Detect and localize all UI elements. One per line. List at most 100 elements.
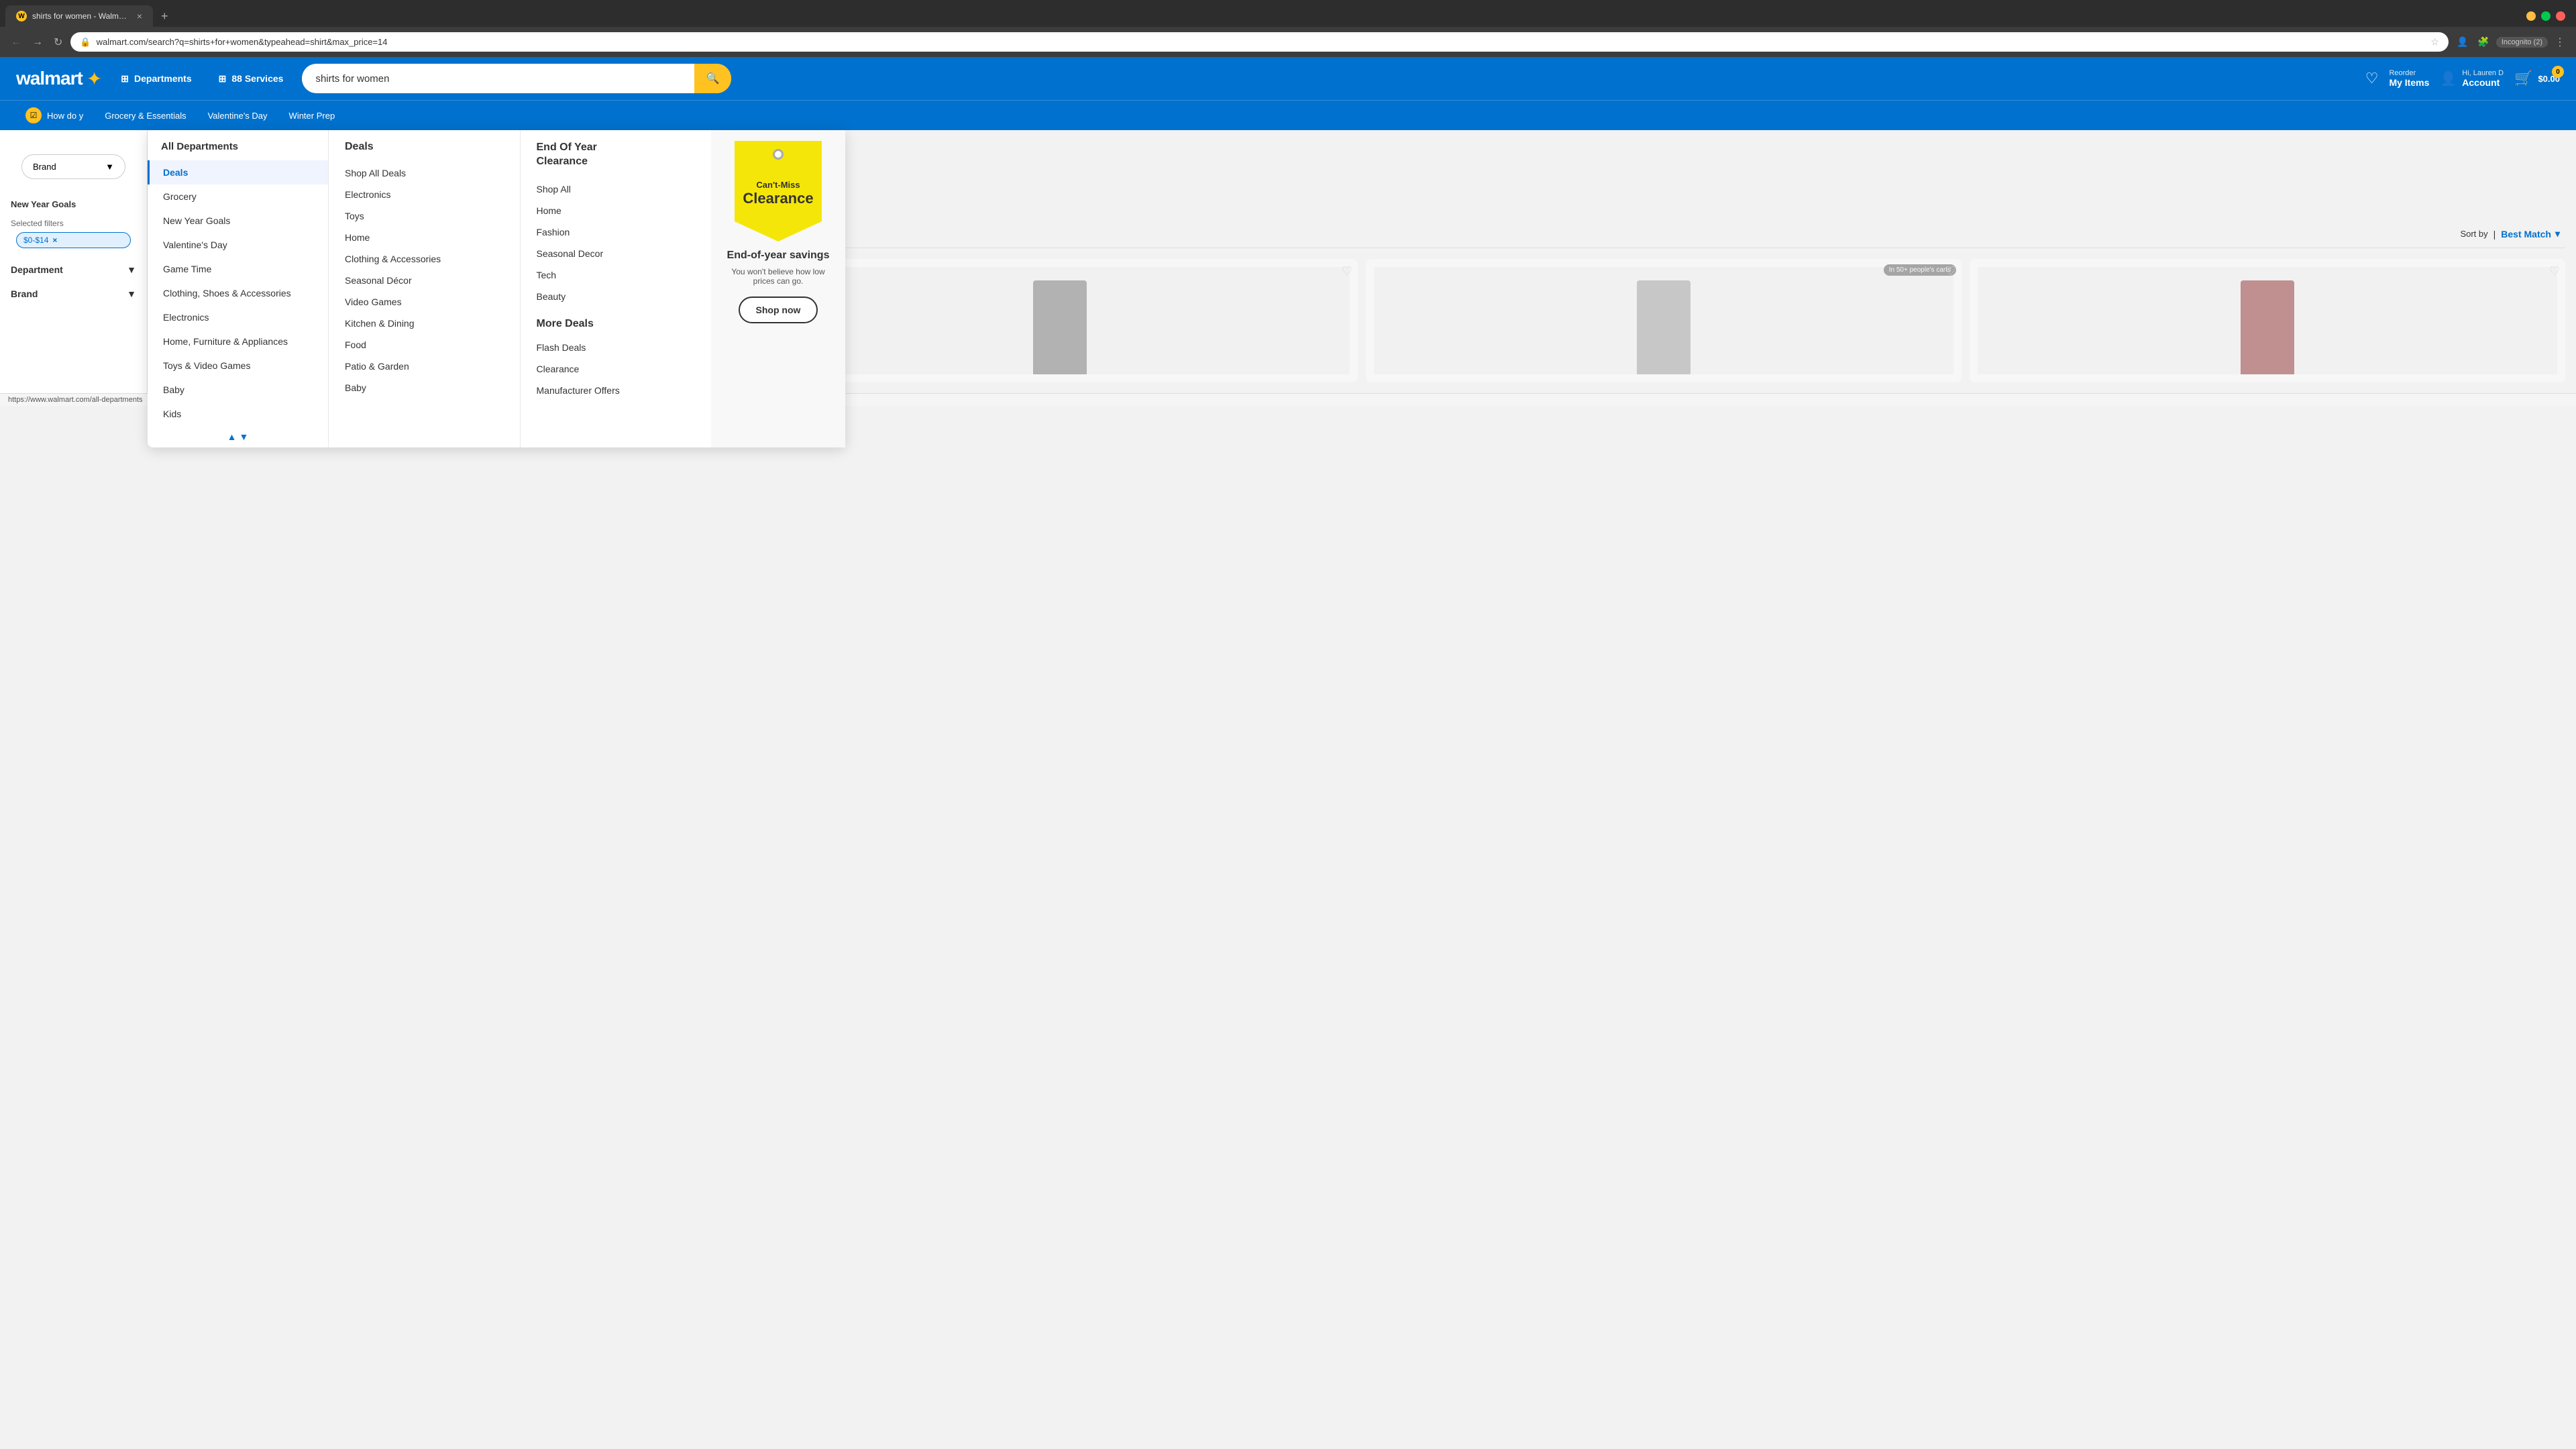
walmart-spark-icon: ✦: [87, 68, 102, 90]
sub-nav-valentines[interactable]: Valentine's Day: [199, 104, 277, 127]
column-scroll-indicator: ▲ ▼: [148, 426, 328, 447]
tag-hole: [773, 149, 784, 160]
tab-title: shirts for women - Walmart.co...: [32, 11, 129, 21]
minimize-button[interactable]: −: [2526, 11, 2536, 21]
close-tab-button[interactable]: ×: [137, 11, 142, 21]
selected-filters-section: Selected filters $0-$14 ×: [0, 216, 147, 254]
back-button[interactable]: ←: [8, 34, 24, 51]
dept-item-new-year-goals[interactable]: New Year Goals: [148, 209, 328, 233]
brand-filter-toggle[interactable]: Brand ▼: [11, 288, 136, 299]
forward-button[interactable]: →: [30, 34, 46, 51]
all-departments-header: All Departments: [148, 130, 252, 160]
deals-item-toys[interactable]: Toys: [345, 205, 504, 227]
hi-label: Hi, Lauren D: [2462, 69, 2504, 77]
deals-item-food[interactable]: Food: [345, 334, 504, 356]
dept-item-grocery[interactable]: Grocery: [148, 184, 328, 209]
sub-nav-grocery[interactable]: Grocery & Essentials: [95, 104, 195, 127]
eoy-item-manufacturer[interactable]: Manufacturer Offers: [537, 380, 696, 401]
new-year-goals-filter: New Year Goals: [0, 193, 147, 216]
search-input[interactable]: [302, 65, 694, 93]
wishlist-action[interactable]: ♡: [2365, 70, 2379, 87]
extensions-icon[interactable]: 🧩: [2475, 34, 2491, 50]
all-departments-column: All Departments Deals Grocery New Year G…: [148, 130, 329, 447]
dept-item-electronics[interactable]: Electronics: [148, 305, 328, 329]
page-body: Brand ▼ New Year Goals Selected filters …: [0, 130, 2576, 393]
how-do-you-text: How do y: [47, 111, 83, 121]
dept-label-grocery: Grocery: [163, 191, 197, 202]
grid-icon: ⊞: [121, 73, 129, 85]
department-filter-toggle[interactable]: Department ▼: [11, 264, 136, 275]
close-window-button[interactable]: ×: [2556, 11, 2565, 21]
price-filter-chip[interactable]: $0-$14 ×: [16, 232, 131, 248]
profile-icon[interactable]: 👤: [2454, 34, 2471, 50]
cart-action[interactable]: 🛒 0 $0.00: [2514, 70, 2560, 87]
how-do-you-icon: ☑: [25, 107, 42, 123]
dept-item-kids[interactable]: Kids: [148, 402, 328, 426]
address-text: walmart.com/search?q=shirts+for+women&ty…: [97, 37, 2426, 47]
deals-item-seasonal[interactable]: Seasonal Décor: [345, 270, 504, 291]
sidebar-brand-filter: Brand ▼: [0, 141, 147, 193]
eoy-item-home[interactable]: Home: [537, 200, 696, 221]
deals-item-baby[interactable]: Baby: [345, 377, 504, 398]
eoy-item-tech[interactable]: Tech: [537, 264, 696, 286]
department-chevron-icon: ▼: [127, 264, 136, 275]
dropdown-backdrop[interactable]: All Departments Deals Grocery New Year G…: [148, 130, 2576, 393]
dept-item-home[interactable]: Home, Furniture & Appliances: [148, 329, 328, 354]
new-tab-button[interactable]: +: [156, 7, 174, 26]
deals-item-kitchen[interactable]: Kitchen & Dining: [345, 313, 504, 334]
eoy-item-shop-all[interactable]: Shop All: [537, 178, 696, 200]
cant-miss-text: Can't-Miss: [743, 180, 813, 190]
eoy-item-beauty[interactable]: Beauty: [537, 286, 696, 307]
extensions-area: 👤 🧩 Incognito (2) ⋮: [2454, 33, 2568, 52]
maximize-button[interactable]: ⬜: [2541, 11, 2551, 21]
address-bar[interactable]: 🔒 walmart.com/search?q=shirts+for+women&…: [70, 32, 2449, 52]
shop-now-button[interactable]: Shop now: [739, 297, 818, 323]
remove-filter-icon[interactable]: ×: [52, 235, 57, 245]
dept-item-baby[interactable]: Baby: [148, 378, 328, 402]
brand-filter-button[interactable]: Brand ▼: [21, 154, 125, 179]
scroll-down-icon[interactable]: ▼: [239, 431, 249, 442]
eoy-item-clearance[interactable]: Clearance: [537, 358, 696, 380]
incognito-badge: Incognito (2): [2496, 37, 2548, 48]
account-label: Account: [2462, 77, 2504, 88]
deals-item-clothing[interactable]: Clothing & Accessories: [345, 248, 504, 270]
departments-button[interactable]: ⊞ Departments: [113, 68, 199, 90]
window-controls: − ⬜ ×: [2521, 9, 2571, 23]
sub-nav-winter-prep[interactable]: Winter Prep: [280, 104, 345, 127]
dept-label-kids: Kids: [163, 409, 181, 419]
reorder-action[interactable]: Reorder My Items: [2389, 69, 2429, 88]
eoy-item-seasonal[interactable]: Seasonal Decor: [537, 243, 696, 264]
deals-item-home[interactable]: Home: [345, 227, 504, 248]
dept-label-toys: Toys & Video Games: [163, 360, 250, 371]
deals-item-shop-all[interactable]: Shop All Deals: [345, 162, 504, 184]
cart-badge: 0: [2552, 66, 2564, 78]
dept-item-game-time[interactable]: Game Time: [148, 257, 328, 281]
deals-item-patio[interactable]: Patio & Garden: [345, 356, 504, 377]
account-action[interactable]: 👤 Hi, Lauren D Account: [2440, 69, 2504, 88]
departments-dropdown-menu: All Departments Deals Grocery New Year G…: [148, 130, 845, 447]
refresh-button[interactable]: ↻: [51, 33, 65, 52]
bookmark-icon[interactable]: ☆: [2430, 36, 2439, 48]
services-button[interactable]: ⊞ 88 Services: [211, 68, 292, 90]
dept-item-clothing[interactable]: Clothing, Shoes & Accessories: [148, 281, 328, 305]
deals-item-electronics[interactable]: Electronics: [345, 184, 504, 205]
dept-label-new-year-goals: New Year Goals: [163, 215, 230, 226]
deals-item-video-games[interactable]: Video Games: [345, 291, 504, 313]
deals-column-header: Deals: [345, 141, 504, 153]
eoy-item-flash-deals[interactable]: Flash Deals: [537, 337, 696, 358]
search-button[interactable]: 🔍: [694, 64, 732, 93]
chrome-menu-button[interactable]: ⋮: [2552, 33, 2568, 52]
scroll-up-icon[interactable]: ▲: [227, 431, 237, 442]
cart-icon: 🛒: [2514, 70, 2532, 87]
dept-item-toys[interactable]: Toys & Video Games: [148, 354, 328, 378]
price-filter-value: $0-$14: [23, 235, 48, 245]
dept-item-deals[interactable]: Deals: [148, 160, 328, 184]
dept-label-deals: Deals: [163, 167, 188, 178]
active-tab[interactable]: W shirts for women - Walmart.co... ×: [5, 5, 153, 27]
tab-bar: W shirts for women - Walmart.co... × + −…: [0, 0, 2576, 27]
dept-item-valentines[interactable]: Valentine's Day: [148, 233, 328, 257]
brand-chevron-icon: ▼: [105, 162, 114, 172]
browser-navigation: ← → ↻ 🔒 walmart.com/search?q=shirts+for+…: [0, 27, 2576, 57]
walmart-logo[interactable]: walmart ✦: [16, 68, 102, 90]
eoy-item-fashion[interactable]: Fashion: [537, 221, 696, 243]
